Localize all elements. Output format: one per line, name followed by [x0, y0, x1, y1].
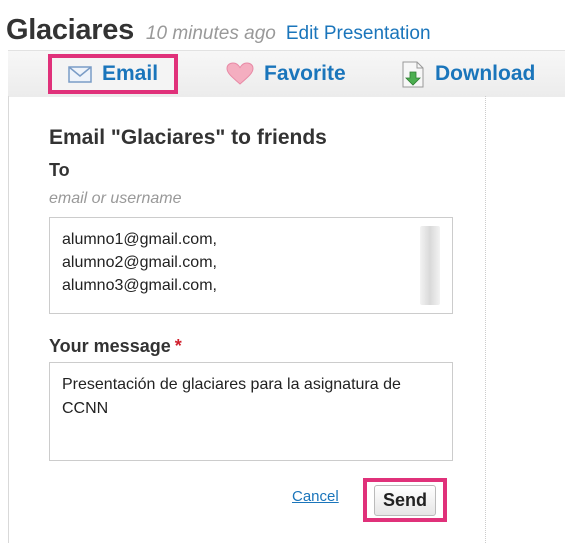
presentation-header: Glaciares 10 minutes ago Edit Presentati…: [6, 14, 431, 50]
to-hint: email or username: [49, 190, 182, 207]
recipients-field[interactable]: alumno1@gmail.com, alumno2@gmail.com, al…: [49, 217, 453, 314]
message-label: Your message *: [49, 336, 182, 357]
heart-icon: [226, 62, 254, 86]
send-button[interactable]: Send: [373, 484, 436, 516]
favorite-label: Favorite: [264, 62, 346, 85]
download-label: Download: [435, 62, 536, 85]
download-tab[interactable]: Download: [401, 51, 535, 97]
message-field[interactable]: Presentación de glaciares para la asigna…: [49, 362, 453, 461]
recipients-scrollbar[interactable]: [420, 226, 440, 305]
timestamp: 10 minutes ago: [145, 23, 276, 44]
favorite-tab[interactable]: Favorite: [226, 51, 346, 97]
message-label-text: Your message: [49, 336, 171, 356]
edit-presentation-link[interactable]: Edit Presentation: [286, 23, 431, 45]
recipient-entry: alumno2@gmail.com,: [62, 254, 217, 271]
cancel-link[interactable]: Cancel: [292, 488, 339, 505]
message-text: Presentación de glaciares para la asigna…: [62, 376, 401, 417]
recipients-list: alumno1@gmail.com, alumno2@gmail.com, al…: [62, 228, 217, 297]
recipient-entry: alumno3@gmail.com,: [62, 277, 217, 294]
action-toolbar: Email Favorite Download: [8, 50, 565, 97]
presentation-title: Glaciares: [6, 14, 134, 46]
envelope-icon: [68, 65, 92, 83]
send-button-highlight[interactable]: Send: [363, 478, 447, 522]
to-label: To: [49, 160, 70, 180]
download-icon: [401, 61, 425, 88]
required-marker: *: [174, 336, 182, 356]
email-tab[interactable]: Email: [48, 54, 179, 94]
email-form-heading: Email "Glaciares" to friends: [49, 126, 327, 149]
email-panel: Email "Glaciares" to friends To email or…: [8, 96, 486, 543]
recipient-entry: alumno1@gmail.com,: [62, 231, 217, 248]
email-label: Email: [102, 62, 159, 85]
